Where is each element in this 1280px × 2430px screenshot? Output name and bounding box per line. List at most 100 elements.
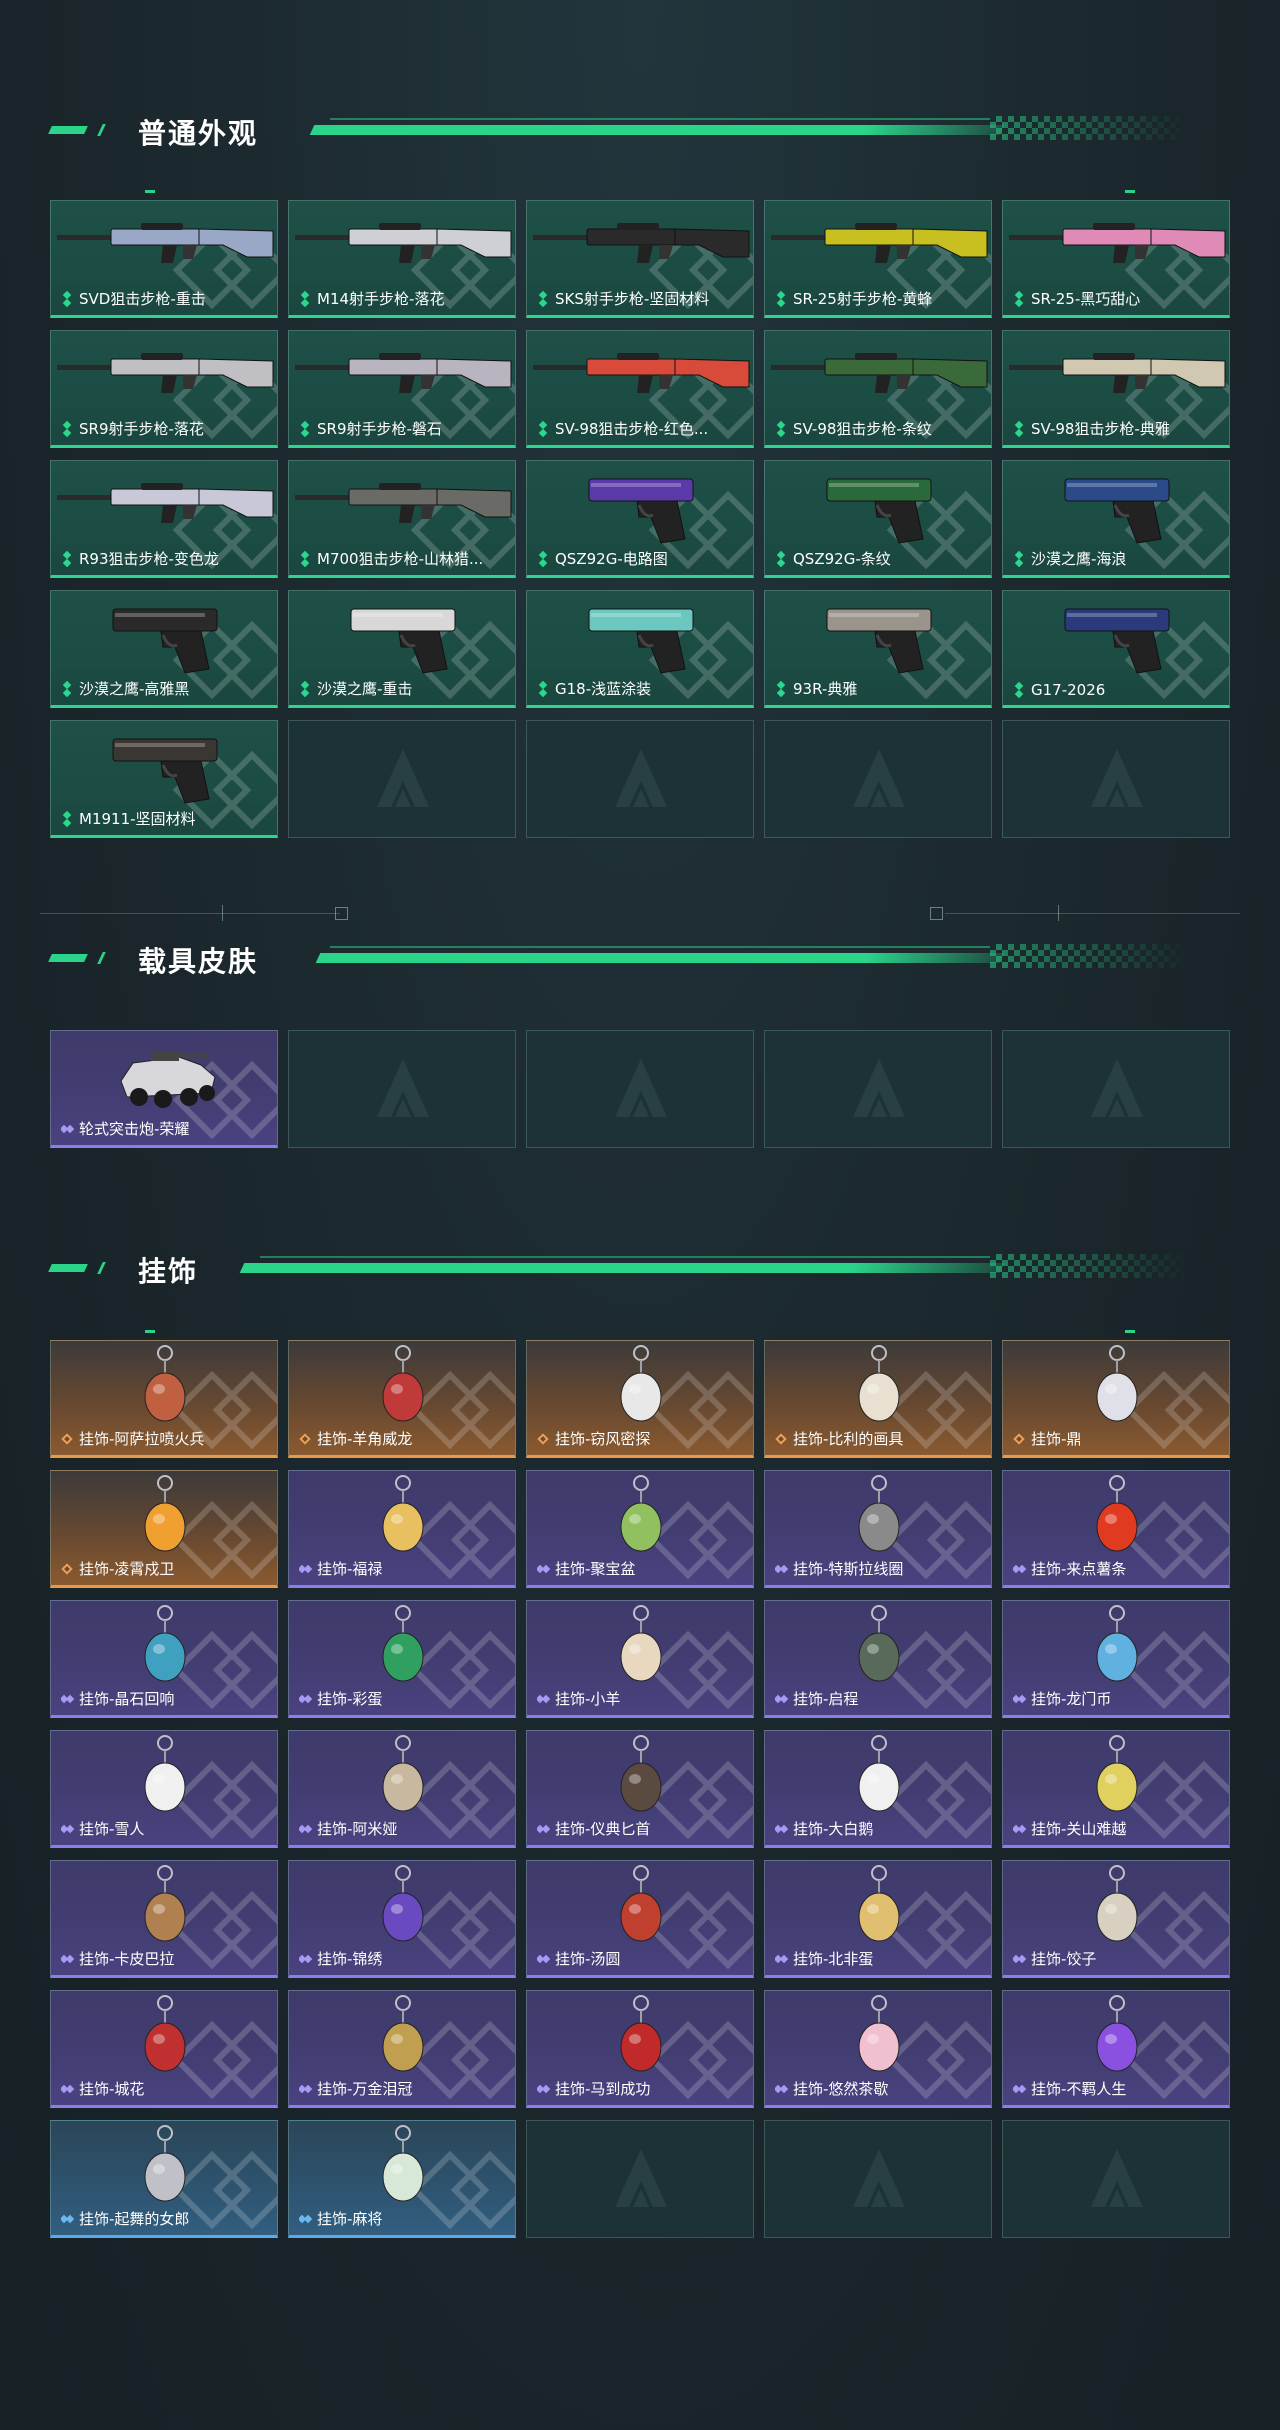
item-card[interactable]: 挂饰-小羊 xyxy=(526,1600,754,1718)
item-card[interactable]: R93狙击步枪-变色龙 xyxy=(50,460,278,578)
item-card[interactable]: SR-25-黑巧甜心 xyxy=(1002,200,1230,318)
item-card[interactable]: 挂饰-卡皮巴拉 xyxy=(50,1860,278,1978)
item-label: 挂饰-凌霄戍卫 xyxy=(79,1560,175,1578)
item-card[interactable]: 挂饰-特斯拉线圈 xyxy=(764,1470,992,1588)
section-tick xyxy=(145,1330,155,1333)
item-label-row: QSZ92G-电路图 xyxy=(537,548,747,569)
item-card[interactable]: 挂饰-雪人 xyxy=(50,1730,278,1848)
weapons-section-title: 普通外观 xyxy=(138,117,259,150)
item-label: 挂饰-万金泪冠 xyxy=(317,2080,413,2098)
rarity-icon xyxy=(1013,1563,1025,1575)
item-card[interactable]: 挂饰-汤圆 xyxy=(526,1860,754,1978)
item-card[interactable]: 挂饰-窃风密探 xyxy=(526,1340,754,1458)
item-label-row: G17-2026 xyxy=(1013,681,1223,699)
rarity-icon xyxy=(775,553,787,565)
item-card[interactable]: 挂饰-麻将 xyxy=(288,2120,516,2238)
rifle-icon xyxy=(533,223,750,263)
item-card[interactable]: 挂饰-关山难越 xyxy=(1002,1730,1230,1848)
rarity-icon xyxy=(1013,293,1025,305)
item-label: R93狙击步枪-变色龙 xyxy=(79,550,219,568)
item-card[interactable]: SR9射手步枪-落花 xyxy=(50,330,278,448)
charm-icon xyxy=(1096,1345,1138,1422)
item-card[interactable]: G17-2026 xyxy=(1002,590,1230,708)
rarity-icon xyxy=(299,683,311,695)
item-card[interactable]: 沙漠之鹰-海浪 xyxy=(1002,460,1230,578)
item-card[interactable]: SR9射手步枪-磐石 xyxy=(288,330,516,448)
item-card[interactable]: 挂饰-阿萨拉喷火兵 xyxy=(50,1340,278,1458)
vehicles-section-header: 载具皮肤 xyxy=(0,938,1280,978)
rarity-icon xyxy=(1013,1953,1025,1965)
item-label-row: 挂饰-北非蛋 xyxy=(775,1948,985,1969)
item-card[interactable]: 挂饰-来点薯条 xyxy=(1002,1470,1230,1588)
item-card[interactable]: 挂饰-起舞的女郎 xyxy=(50,2120,278,2238)
item-card[interactable]: 挂饰-锦绣 xyxy=(288,1860,516,1978)
item-card[interactable]: SVD狙击步枪-重击 xyxy=(50,200,278,318)
item-label-row: 挂饰-彩蛋 xyxy=(299,1688,509,1709)
item-card[interactable]: 挂饰-马到成功 xyxy=(526,1990,754,2108)
item-card[interactable]: 沙漠之鹰-高雅黑 xyxy=(50,590,278,708)
item-card[interactable]: 挂饰-不羁人生 xyxy=(1002,1990,1230,2108)
item-label-row: 挂饰-羊角威龙 xyxy=(299,1428,509,1449)
item-label: 挂饰-小羊 xyxy=(555,1690,621,1708)
item-card[interactable]: 挂饰-仪典匕首 xyxy=(526,1730,754,1848)
sniper-rifle-icon xyxy=(295,483,512,523)
item-card[interactable]: QSZ92G-条纹 xyxy=(764,460,992,578)
item-label: 挂饰-大白鹅 xyxy=(793,1820,874,1838)
item-card[interactable]: 挂饰-鼎 xyxy=(1002,1340,1230,1458)
rarity-icon xyxy=(537,1563,549,1575)
item-card[interactable]: 轮式突击炮-荣耀 xyxy=(50,1030,278,1148)
rifle-icon xyxy=(295,353,512,393)
item-card[interactable]: 挂饰-聚宝盆 xyxy=(526,1470,754,1588)
item-card[interactable]: SKS射手步枪-坚固材料 xyxy=(526,200,754,318)
rarity-icon xyxy=(61,423,73,435)
item-card[interactable]: 挂饰-彩蛋 xyxy=(288,1600,516,1718)
item-label: 沙漠之鹰-海浪 xyxy=(1031,550,1127,568)
item-card[interactable]: QSZ92G-电路图 xyxy=(526,460,754,578)
item-card[interactable]: 挂饰-启程 xyxy=(764,1600,992,1718)
item-card[interactable]: 挂饰-凌霄戍卫 xyxy=(50,1470,278,1588)
item-card[interactable]: M700狙击步枪-山林猎... xyxy=(288,460,516,578)
item-card[interactable]: 93R-典雅 xyxy=(764,590,992,708)
item-label-row: M700狙击步枪-山林猎... xyxy=(299,548,509,569)
item-card[interactable]: 挂饰-晶石回响 xyxy=(50,1600,278,1718)
empty-slot xyxy=(288,1030,516,1148)
item-label-row: 挂饰-启程 xyxy=(775,1688,985,1709)
item-card[interactable]: 挂饰-福禄 xyxy=(288,1470,516,1588)
item-card[interactable]: 沙漠之鹰-重击 xyxy=(288,590,516,708)
item-card[interactable]: SR-25射手步枪-黄蜂 xyxy=(764,200,992,318)
item-card[interactable]: 挂饰-龙门币 xyxy=(1002,1600,1230,1718)
item-label: 挂饰-锦绣 xyxy=(317,1950,383,1968)
rarity-icon xyxy=(299,553,311,565)
rarity-icon xyxy=(61,1563,73,1575)
item-label-row: 挂饰-聚宝盆 xyxy=(537,1558,747,1579)
item-card[interactable]: 挂饰-万金泪冠 xyxy=(288,1990,516,2108)
charm-icon xyxy=(1096,1605,1138,1682)
pistol-icon xyxy=(350,608,456,674)
item-card[interactable]: 挂饰-阿米娅 xyxy=(288,1730,516,1848)
item-card[interactable]: 挂饰-城花 xyxy=(50,1990,278,2108)
item-card[interactable]: SV-98狙击步枪-条纹 xyxy=(764,330,992,448)
item-card[interactable]: 挂饰-大白鹅 xyxy=(764,1730,992,1848)
item-card[interactable]: M14射手步枪-落花 xyxy=(288,200,516,318)
rarity-icon xyxy=(537,683,549,695)
item-label: 挂饰-阿萨拉喷火兵 xyxy=(79,1430,205,1448)
item-card[interactable]: 挂饰-北非蛋 xyxy=(764,1860,992,1978)
item-card[interactable]: 挂饰-悠然茶歇 xyxy=(764,1990,992,2108)
item-card[interactable]: M1911-坚固材料 xyxy=(50,720,278,838)
item-label-row: G18-浅蓝涂装 xyxy=(537,678,747,699)
item-label-row: 挂饰-大白鹅 xyxy=(775,1818,985,1839)
item-card[interactable]: 挂饰-比利的画具 xyxy=(764,1340,992,1458)
item-card[interactable]: SV-98狙击步枪-典雅 xyxy=(1002,330,1230,448)
charm-icon xyxy=(858,1995,900,2072)
rifle-icon xyxy=(1009,223,1226,263)
item-card[interactable]: 挂饰-羊角威龙 xyxy=(288,1340,516,1458)
item-label-row: 挂饰-关山难越 xyxy=(1013,1818,1223,1839)
item-card[interactable]: G18-浅蓝涂装 xyxy=(526,590,754,708)
sniper-rifle-icon xyxy=(533,353,750,393)
item-card[interactable]: SV-98狙击步枪-红色... xyxy=(526,330,754,448)
pistol-icon xyxy=(826,608,932,674)
header-accent xyxy=(48,126,88,134)
item-label: 挂饰-城花 xyxy=(79,2080,145,2098)
item-card[interactable]: 挂饰-饺子 xyxy=(1002,1860,1230,1978)
item-label-row: 挂饰-阿萨拉喷火兵 xyxy=(61,1428,271,1449)
